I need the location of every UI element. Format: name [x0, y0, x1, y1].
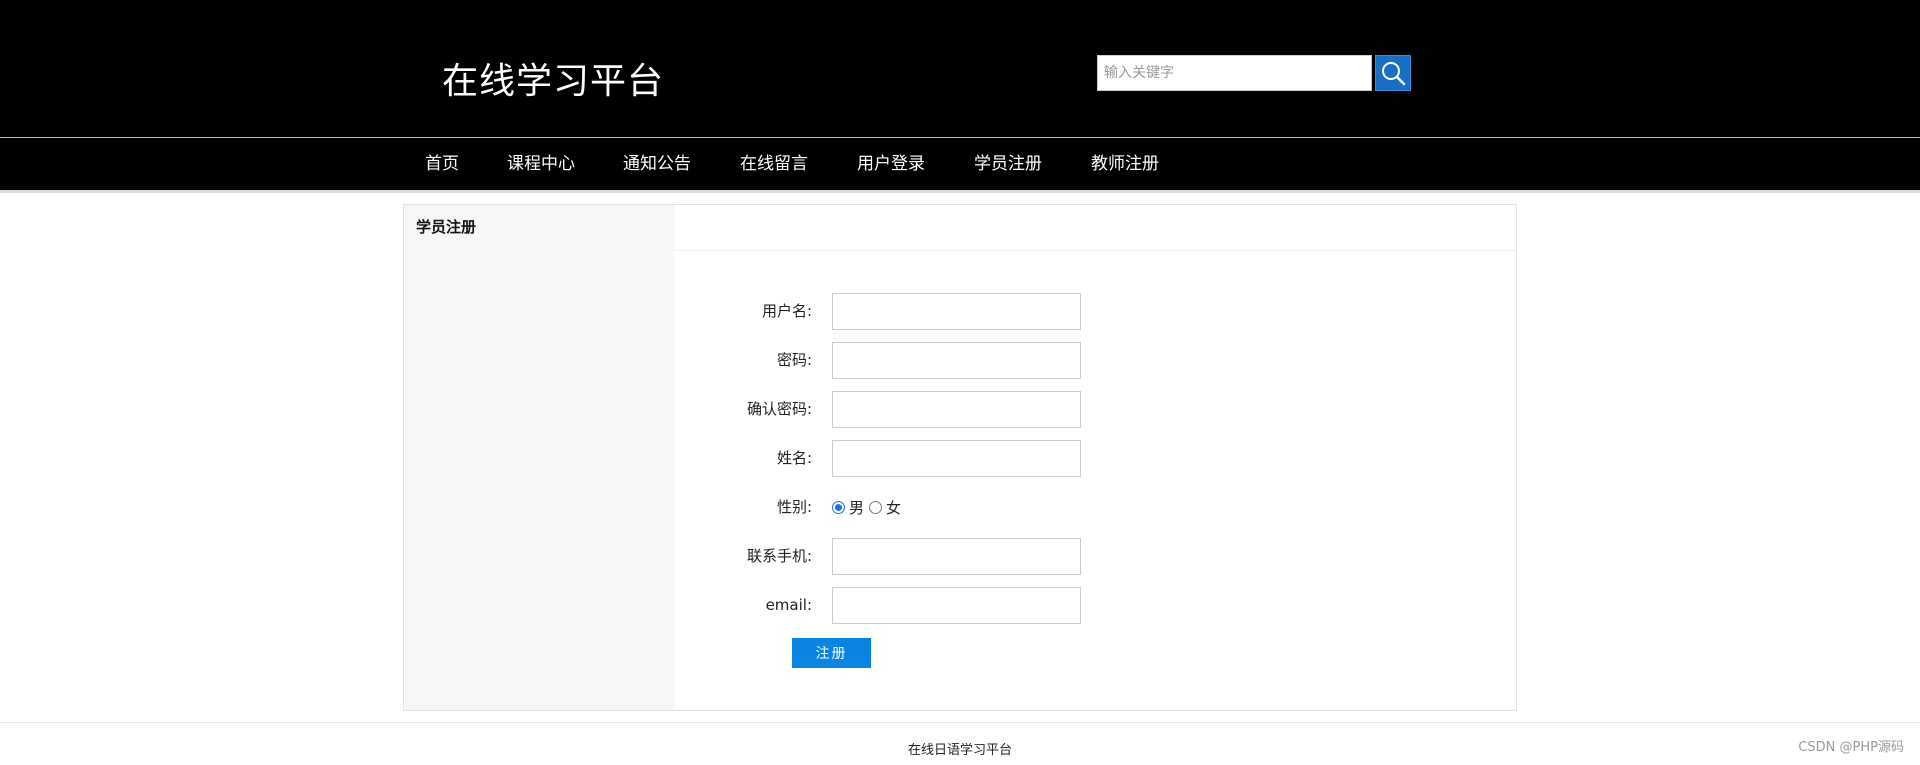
nav-bottom-border	[0, 190, 1920, 193]
footer-divider	[0, 722, 1920, 723]
phone-label: 联系手机:	[746, 547, 812, 565]
register-button[interactable]: 注册	[792, 638, 871, 668]
username-label: 用户名:	[761, 302, 812, 320]
nav-item-student-register[interactable]: 学员注册	[974, 138, 1042, 190]
gender-female-radio[interactable]	[869, 500, 883, 514]
gender-male-label[interactable]: 男	[849, 497, 864, 518]
password-field[interactable]	[832, 342, 1081, 379]
nav-item-notices[interactable]: 通知公告	[623, 138, 691, 190]
watermark: CSDN @PHP源码	[1798, 740, 1904, 755]
gender-label: 性别:	[776, 498, 812, 516]
username-field[interactable]	[832, 293, 1081, 330]
gender-female-label[interactable]: 女	[886, 497, 901, 518]
main-nav: 首页 课程中心 通知公告 在线留言 用户登录 学员注册 教师注册	[0, 138, 1920, 190]
search-icon	[1382, 62, 1406, 86]
search-button[interactable]	[1375, 55, 1411, 91]
email-field[interactable]	[832, 587, 1081, 624]
panel-divider	[674, 250, 1516, 251]
panel-heading: 学员注册	[416, 218, 477, 236]
password-label: 密码:	[776, 351, 812, 369]
phone-field[interactable]	[832, 538, 1081, 575]
confirm-password-field[interactable]	[832, 391, 1081, 428]
site-title: 在线学习平台	[442, 61, 665, 102]
email-label: email:	[765, 596, 812, 614]
nav-item-home[interactable]: 首页	[425, 138, 459, 190]
confirm-password-label: 确认密码:	[746, 400, 812, 418]
gender-male-radio[interactable]	[832, 500, 845, 514]
search-input[interactable]	[1097, 55, 1372, 91]
footer-text: 在线日语学习平台	[907, 743, 1012, 758]
nav-item-login[interactable]: 用户登录	[857, 138, 925, 190]
nav-item-teacher-register[interactable]: 教师注册	[1091, 138, 1159, 190]
name-label: 姓名:	[776, 449, 812, 467]
nav-item-messages[interactable]: 在线留言	[740, 138, 808, 190]
nav-item-courses[interactable]: 课程中心	[507, 138, 575, 190]
site-header: 在线学习平台	[0, 0, 1920, 137]
name-field[interactable]	[832, 440, 1081, 477]
gender-radio-group: 男 女	[832, 497, 906, 517]
